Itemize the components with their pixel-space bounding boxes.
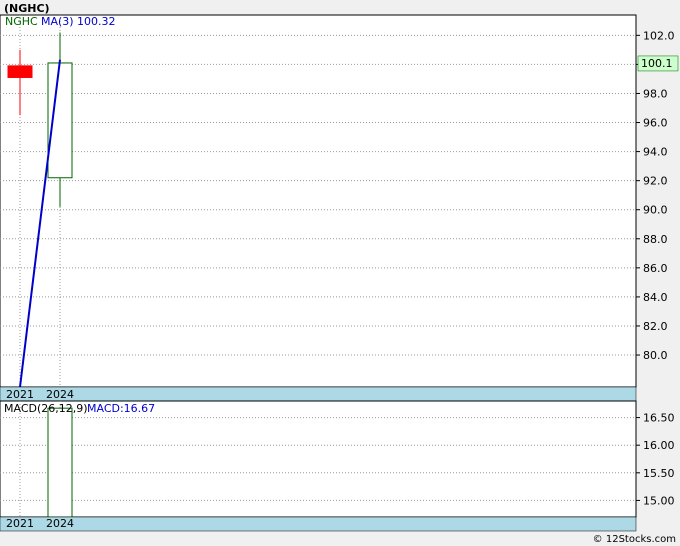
chart-title: (NGHC) xyxy=(4,2,50,15)
macd-x-axis-band xyxy=(0,516,637,532)
macd-y-tick-label: 16.00 xyxy=(643,439,675,452)
price-x-tick-label: 2024 xyxy=(46,388,74,401)
price-y-tick-label: 80.0 xyxy=(643,349,668,362)
watermark: © 12Stocks.com xyxy=(593,534,676,545)
macd-bars xyxy=(47,407,73,518)
price-y-tick-label: 96.0 xyxy=(643,117,668,130)
price-x-axis-band xyxy=(0,386,637,402)
macd-y-tick-label: 16.50 xyxy=(643,412,675,425)
price-panel: 80.0 82.0 84.0 86.0 88.0 90.0 92.0 94.0 96.0 98.0… xyxy=(0,14,679,402)
last-price-label: 100.1 xyxy=(641,57,673,70)
price-y-axis: 80.0 82.0 84.0 86.0 88.0 90.0 92.0 94.0 96.0 98.0… xyxy=(636,29,675,362)
macd-y-axis: 15.00 15.50 16.00 16.50 xyxy=(636,412,675,507)
macd-x-tick-label: 2021 xyxy=(6,517,34,530)
stock-chart: (NGHC) 80.0 82.0 84.0 86.0 88.0 90.0 92.0 94.0 9… xyxy=(0,2,679,545)
ma-label: MA(3) xyxy=(41,15,74,28)
price-y-tick-label: 102.0 xyxy=(643,29,675,42)
price-y-tick-label: 94.0 xyxy=(643,146,668,159)
price-y-tick-label: 90.0 xyxy=(643,204,668,217)
price-y-tick-label: 88.0 xyxy=(643,233,668,246)
macd-x-tick-label: 2024 xyxy=(46,517,74,530)
macd-bar xyxy=(47,407,73,518)
macd-value-label: MACD:16.67 xyxy=(87,402,155,415)
candle-body xyxy=(7,65,33,78)
ma-value-label: 100.32 xyxy=(77,15,116,28)
macd-plot-area xyxy=(0,400,637,518)
price-y-tick-label: 84.0 xyxy=(643,291,668,304)
macd-panel: 15.00 15.50 16.00 16.50 2021 2024 MACD(26,12… xyxy=(0,400,675,532)
price-y-tick-label: 92.0 xyxy=(643,175,668,188)
ticker-label: NGHC xyxy=(5,15,38,28)
price-y-tick-label: 82.0 xyxy=(643,320,668,333)
price-plot-area xyxy=(0,14,637,388)
macd-y-tick-label: 15.00 xyxy=(643,494,675,507)
macd-label: MACD(26,12,9) xyxy=(4,402,88,415)
price-y-tick-label: 86.0 xyxy=(643,262,668,275)
price-y-tick-label: 98.0 xyxy=(643,87,668,100)
price-x-tick-label: 2021 xyxy=(6,388,34,401)
macd-y-tick-label: 15.50 xyxy=(643,467,675,480)
